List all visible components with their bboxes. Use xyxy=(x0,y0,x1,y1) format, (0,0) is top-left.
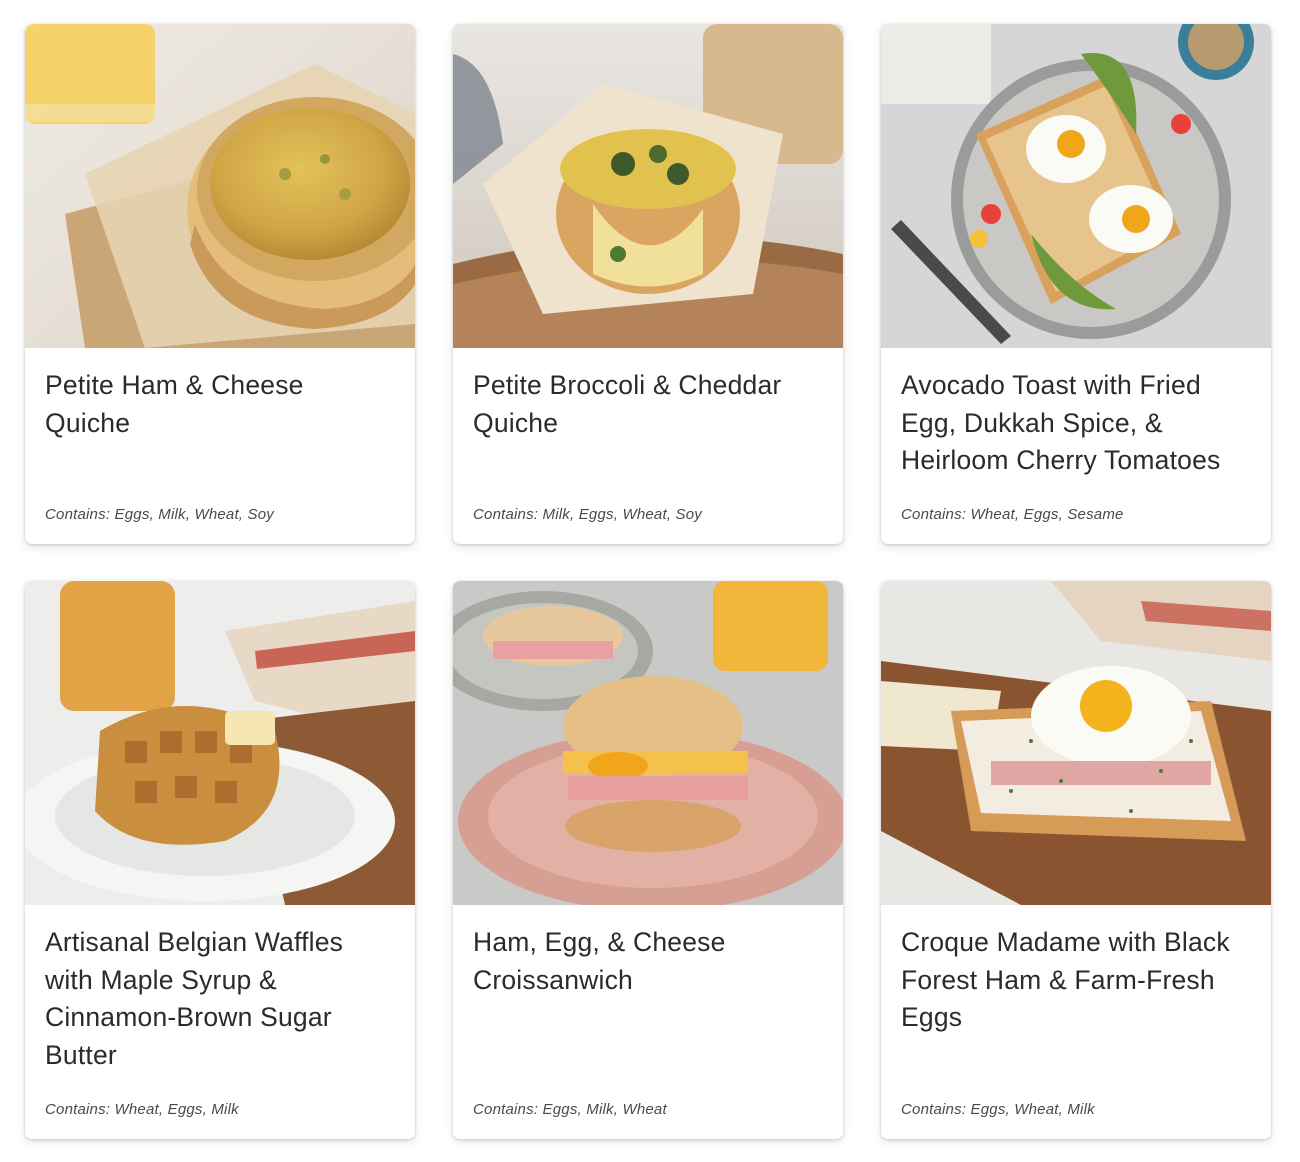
card-body: Petite Broccoli & Cheddar Quiche Contain… xyxy=(453,348,843,544)
card-body: Croque Madame with Black Forest Ham & Fa… xyxy=(881,905,1271,1139)
allergen-info: Contains: Milk, Eggs, Wheat, Soy xyxy=(473,506,702,523)
menu-grid: Petite Ham & Cheese Quiche Contains: Egg… xyxy=(25,24,1271,1139)
quiche-broccoli-cheddar-photo xyxy=(453,24,843,348)
card-body: Ham, Egg, & Cheese Croissanwich Contains… xyxy=(453,905,843,1139)
menu-card-broccoli-cheddar-quiche[interactable]: Petite Broccoli & Cheddar Quiche Contain… xyxy=(453,24,843,544)
allergen-info: Contains: Eggs, Wheat, Milk xyxy=(901,1101,1095,1118)
menu-card-croque-madame[interactable]: Croque Madame with Black Forest Ham & Fa… xyxy=(881,581,1271,1139)
quiche-ham-cheese-photo xyxy=(25,24,415,348)
card-body: Avocado Toast with Fried Egg, Dukkah Spi… xyxy=(881,348,1271,544)
allergen-info: Contains: Eggs, Milk, Wheat xyxy=(473,1101,667,1118)
menu-item-title: Petite Ham & Cheese Quiche xyxy=(45,370,304,438)
belgian-waffles-photo xyxy=(25,581,415,905)
card-body: Petite Ham & Cheese Quiche Contains: Egg… xyxy=(25,348,415,544)
menu-card-ham-cheese-quiche[interactable]: Petite Ham & Cheese Quiche Contains: Egg… xyxy=(25,24,415,544)
menu-item-title: Ham, Egg, & Cheese Croissanwich xyxy=(473,927,726,995)
allergen-info: Contains: Eggs, Milk, Wheat, Soy xyxy=(45,506,274,523)
menu-item-title: Croque Madame with Black Forest Ham & Fa… xyxy=(901,927,1230,1032)
menu-card-belgian-waffles[interactable]: Artisanal Belgian Waffles with Maple Syr… xyxy=(25,581,415,1139)
avocado-toast-photo xyxy=(881,24,1271,348)
card-body: Artisanal Belgian Waffles with Maple Syr… xyxy=(25,905,415,1139)
croque-madame-photo xyxy=(881,581,1271,905)
allergen-info: Contains: Wheat, Eggs, Sesame xyxy=(901,506,1124,523)
croissanwich-photo xyxy=(453,581,843,905)
menu-item-title: Avocado Toast with Fried Egg, Dukkah Spi… xyxy=(901,370,1221,475)
menu-card-croissanwich[interactable]: Ham, Egg, & Cheese Croissanwich Contains… xyxy=(453,581,843,1139)
allergen-info: Contains: Wheat, Eggs, Milk xyxy=(45,1101,239,1118)
menu-item-title: Petite Broccoli & Cheddar Quiche xyxy=(473,370,782,438)
menu-item-title: Artisanal Belgian Waffles with Maple Syr… xyxy=(45,927,344,1070)
menu-card-avocado-toast[interactable]: Avocado Toast with Fried Egg, Dukkah Spi… xyxy=(881,24,1271,544)
